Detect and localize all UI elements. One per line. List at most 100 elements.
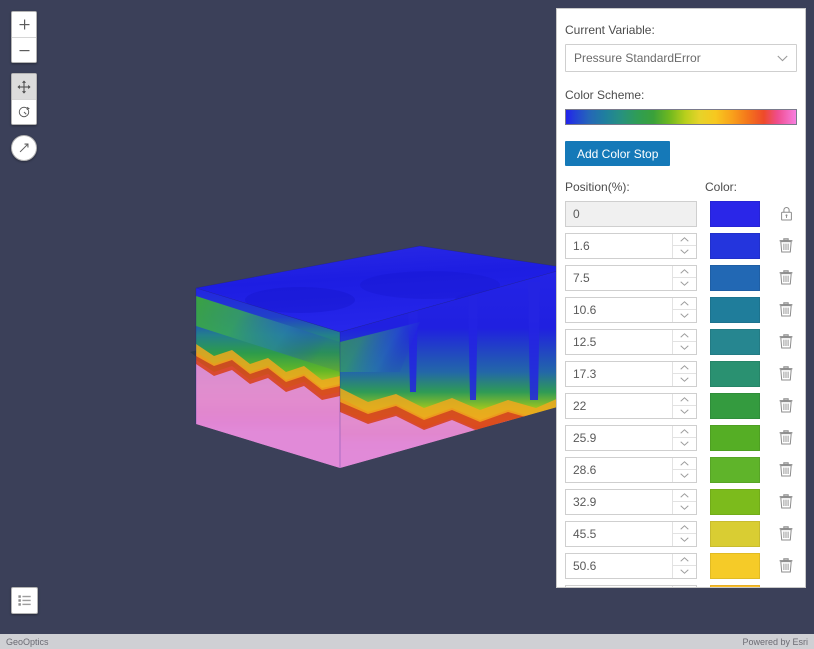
position-input[interactable]: [566, 490, 672, 514]
color-swatch-button[interactable]: [710, 489, 760, 515]
color-ramp-preview[interactable]: [565, 109, 797, 125]
position-input[interactable]: [566, 362, 672, 386]
current-variable-value: Pressure StandardError: [574, 51, 777, 65]
position-field: [565, 265, 697, 291]
position-input[interactable]: [566, 298, 672, 322]
legend-list-icon: [17, 593, 32, 608]
position-input[interactable]: [566, 554, 672, 578]
position-stepper: [672, 362, 696, 386]
camera-controls: [11, 73, 37, 125]
color-swatch-button[interactable]: [710, 233, 760, 259]
pan-move-icon: [17, 80, 31, 94]
color-swatch-button[interactable]: [710, 553, 760, 579]
color-stop-row: [565, 392, 797, 419]
color-stop-row: [565, 456, 797, 483]
stepper-up-button[interactable]: [673, 586, 696, 589]
position-column-header: Position(%):: [565, 180, 705, 194]
position-stepper: [672, 266, 696, 290]
color-swatch-button[interactable]: [710, 201, 760, 227]
color-stop-row: [565, 488, 797, 515]
stepper-down-button[interactable]: [673, 245, 696, 258]
color-stop-row: [565, 552, 797, 579]
add-color-stop-button[interactable]: Add Color Stop: [565, 141, 670, 166]
position-stepper: [672, 234, 696, 258]
position-input[interactable]: [566, 330, 672, 354]
stepper-down-button[interactable]: [673, 565, 696, 578]
minus-icon: [19, 45, 30, 56]
pan-tool-button[interactable]: [12, 74, 36, 99]
position-field: [565, 361, 697, 387]
compass-navigate-button[interactable]: [11, 135, 37, 161]
stepper-up-button[interactable]: [673, 554, 696, 566]
stepper-down-button[interactable]: [673, 309, 696, 322]
zoom-out-button[interactable]: [12, 37, 36, 62]
stepper-up-button[interactable]: [673, 266, 696, 278]
stepper-down-button[interactable]: [673, 373, 696, 386]
position-input[interactable]: [566, 522, 672, 546]
stepper-down-button[interactable]: [673, 341, 696, 354]
position-field: [565, 585, 697, 589]
stepper-down-button[interactable]: [673, 277, 696, 290]
color-swatch-button[interactable]: [710, 329, 760, 355]
position-stepper: [672, 426, 696, 450]
position-input[interactable]: [566, 426, 672, 450]
current-variable-select[interactable]: Pressure StandardError: [565, 44, 797, 72]
trash-icon[interactable]: [775, 334, 797, 349]
stepper-up-button[interactable]: [673, 298, 696, 310]
zoom-in-button[interactable]: [12, 12, 36, 37]
legend-toggle-button[interactable]: [11, 587, 38, 614]
trash-icon[interactable]: [775, 430, 797, 445]
stepper-up-button[interactable]: [673, 490, 696, 502]
trash-icon[interactable]: [775, 526, 797, 541]
stepper-down-button[interactable]: [673, 469, 696, 482]
application-root: GeoOptics Powered by Esri Current Variab…: [0, 0, 814, 649]
attribution-left-text: GeoOptics: [6, 637, 49, 647]
trash-icon[interactable]: [775, 366, 797, 381]
position-stepper: [672, 554, 696, 578]
color-swatch-button[interactable]: [710, 393, 760, 419]
stepper-up-button[interactable]: [673, 426, 696, 438]
color-swatch-button[interactable]: [710, 361, 760, 387]
stepper-down-button[interactable]: [673, 533, 696, 546]
lock-icon: [775, 206, 797, 221]
trash-icon[interactable]: [775, 494, 797, 509]
color-swatch-button[interactable]: [710, 585, 760, 589]
stepper-up-button[interactable]: [673, 362, 696, 374]
stepper-up-button[interactable]: [673, 522, 696, 534]
color-swatch-button[interactable]: [710, 297, 760, 323]
position-input[interactable]: [566, 234, 672, 258]
trash-icon[interactable]: [775, 558, 797, 573]
trash-icon[interactable]: [775, 270, 797, 285]
stepper-down-button[interactable]: [673, 501, 696, 514]
stepper-up-button[interactable]: [673, 394, 696, 406]
color-stop-row: [565, 264, 797, 291]
color-swatch-button[interactable]: [710, 457, 760, 483]
color-stop-row: [565, 200, 797, 227]
position-input[interactable]: [566, 394, 672, 418]
stepper-down-button[interactable]: [673, 437, 696, 450]
stepper-up-button[interactable]: [673, 458, 696, 470]
position-stepper: [672, 522, 696, 546]
color-swatch-button[interactable]: [710, 265, 760, 291]
position-input[interactable]: [566, 266, 672, 290]
trash-icon[interactable]: [775, 302, 797, 317]
stepper-down-button[interactable]: [673, 405, 696, 418]
rotate-icon: [17, 105, 31, 119]
stepper-up-button[interactable]: [673, 330, 696, 342]
plus-icon: [19, 19, 30, 30]
stops-column-headers: Position(%): Color:: [557, 180, 805, 194]
position-input[interactable]: [566, 458, 672, 482]
stepper-up-button[interactable]: [673, 234, 696, 246]
attribution-bar: GeoOptics Powered by Esri: [0, 634, 814, 649]
color-scheme-label: Color Scheme:: [557, 88, 805, 102]
trash-icon[interactable]: [775, 462, 797, 477]
trash-icon[interactable]: [775, 398, 797, 413]
current-variable-label: Current Variable:: [557, 23, 805, 37]
trash-icon[interactable]: [775, 238, 797, 253]
color-swatch-button[interactable]: [710, 521, 760, 547]
position-field: [565, 297, 697, 323]
color-swatch-button[interactable]: [710, 425, 760, 451]
rotate-tool-button[interactable]: [12, 99, 36, 124]
position-input[interactable]: [566, 586, 672, 589]
color-stop-row: [565, 584, 797, 588]
